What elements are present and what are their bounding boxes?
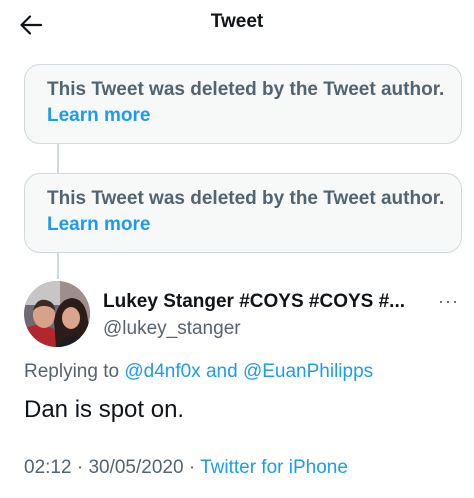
avatar-photo — [24, 281, 90, 347]
mention-link[interactable]: @EuanPhilipps — [243, 361, 373, 382]
tweet-meta: 02:12 · 30/05/2020 · Twitter for iPhone — [24, 457, 348, 479]
deleted-tweet-notice: This Tweet was deleted by the Tweet auth… — [47, 188, 445, 209]
thread-connector — [57, 253, 59, 279]
mention-link[interactable]: @d4nf0x — [124, 361, 200, 382]
replying-to-label: Replying to — [24, 361, 120, 382]
replying-to-line: Replying to @d4nf0x and @EuanPhilipps — [24, 361, 373, 383]
tweet-time[interactable]: 02:12 — [24, 457, 72, 478]
top-bar: Tweet — [0, 0, 474, 50]
meta-separator: · — [188, 457, 196, 478]
tweet-source-link[interactable]: Twitter for iPhone — [200, 457, 348, 478]
deleted-tweet-card[interactable]: This Tweet was deleted by the Tweet auth… — [24, 173, 462, 253]
meta-separator: · — [76, 457, 84, 478]
tweet-date[interactable]: 30/05/2020 — [88, 457, 183, 478]
tweet-text: Dan is spot on. — [24, 396, 185, 423]
deleted-tweet-notice: This Tweet was deleted by the Tweet auth… — [47, 79, 445, 100]
display-name[interactable]: Lukey Stanger #COYS #COYS #... — [103, 291, 405, 313]
learn-more-link[interactable]: Learn more — [47, 105, 150, 126]
more-button[interactable]: ··· — [438, 291, 459, 312]
learn-more-link[interactable]: Learn more — [47, 214, 150, 235]
page-title: Tweet — [210, 11, 264, 32]
thread-connector — [57, 144, 59, 173]
more-horizontal-icon: ··· — [438, 291, 459, 311]
mention-conjunction: and — [205, 361, 238, 382]
user-handle[interactable]: @lukey_stanger — [103, 318, 241, 340]
avatar[interactable] — [24, 281, 90, 347]
deleted-tweet-card[interactable]: This Tweet was deleted by the Tweet auth… — [24, 64, 462, 144]
